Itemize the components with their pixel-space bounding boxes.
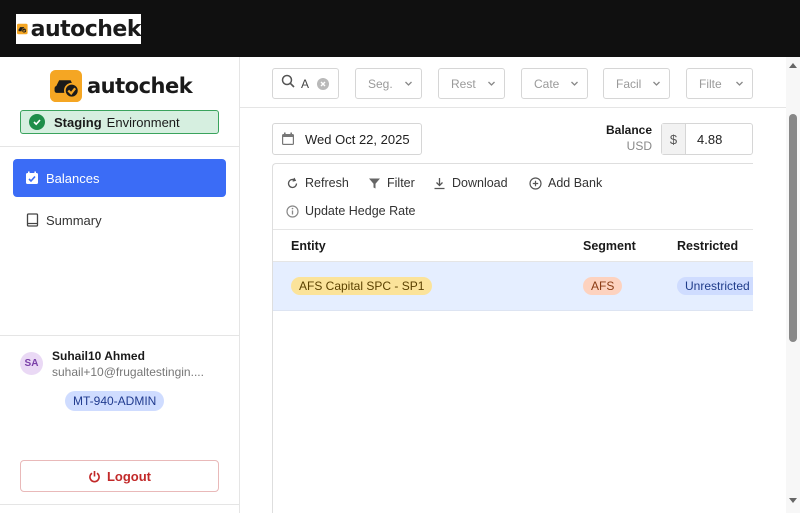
balance-label: Balance [606,123,653,137]
currency-prefix: $ [662,124,686,154]
column-header-segment[interactable]: Segment [583,239,636,253]
chevron-down-icon [571,81,578,86]
brand-name: autochek [87,74,193,98]
search-value: A [301,76,310,91]
restricted-filter-dropdown[interactable]: Rest [438,68,505,99]
page-scrollbar[interactable] [786,57,800,513]
download-icon [433,177,446,190]
chevron-down-icon [736,81,743,86]
divider [0,146,239,147]
search-input[interactable]: A [272,68,339,99]
search-icon [281,74,295,93]
plus-circle-icon [529,176,542,190]
environment-label: Environment [106,114,180,130]
main-content: A Seg. Rest Cate Facil Filte Wed Oct 22,… [240,57,800,513]
download-label: Download [452,176,508,190]
avatar[interactable]: SA [20,352,43,375]
refresh-label: Refresh [305,176,349,190]
dropdown-placeholder: Rest [451,76,476,91]
refresh-button[interactable]: Refresh [286,176,349,190]
filter-icon [368,177,381,190]
sidebar-item-balances[interactable]: Balances [13,159,226,197]
user-email: suhail+10@frugaltestingin.... [52,365,204,379]
refresh-icon [286,177,299,190]
sidebar-logo[interactable]: autochek [50,70,193,102]
add-bank-button[interactable]: Add Bank [529,176,602,190]
user-name: Suhail10 Ahmed [52,349,145,363]
filter-button[interactable]: Filter [368,176,415,190]
sidebar-item-label: Summary [46,212,102,228]
facility-filter-dropdown[interactable]: Facil [603,68,670,99]
column-header-entity[interactable]: Entity [291,239,326,253]
segment-badge: AFS [583,277,623,295]
power-icon [88,470,101,483]
logout-label: Logout [106,468,152,484]
calendar-check-icon [24,170,40,186]
sidebar-item-summary[interactable]: Summary [13,201,226,239]
chevron-down-icon [653,81,660,86]
filter-label: Filter [387,176,415,190]
scroll-down-arrow-icon[interactable] [789,498,797,504]
divider [0,335,239,336]
chevron-down-icon [405,81,412,86]
chevron-down-icon [488,81,495,86]
environment-name: Staging [54,114,102,130]
balance-field[interactable]: $ 4.88 [661,123,753,155]
brand-logo[interactable]: autochek [16,14,142,44]
top-bar: autochek [0,0,800,57]
role-badge: MT-940-ADMIN [65,391,165,411]
sidebar-item-label: Balances [46,170,100,186]
info-circle-icon [286,204,299,218]
column-header-restricted[interactable]: Restricted [677,239,738,253]
date-picker[interactable]: Wed Oct 22, 2025 [272,123,422,155]
scroll-up-arrow-icon[interactable] [789,62,797,68]
filter-bar: A Seg. Rest Cate Facil Filte [240,57,786,108]
car-logo-icon [17,23,28,35]
check-circle-icon [29,114,45,130]
add-bank-label: Add Bank [548,176,603,190]
environment-badge: Staging Environment [20,110,219,134]
category-filter-dropdown[interactable]: Cate [521,68,588,99]
scrollbar-thumb[interactable] [789,114,797,342]
logout-button[interactable]: Logout [20,460,219,492]
clear-icon[interactable] [317,77,329,90]
date-value: Wed Oct 22, 2025 [305,131,410,147]
dropdown-placeholder: Seg. [368,76,393,91]
sidebar: autochek Staging Environment Balances Su [0,57,240,513]
table-header: Entity Segment Restricted [273,229,753,262]
more-filter-dropdown[interactable]: Filte [686,68,753,99]
calendar-icon [281,132,295,146]
divider [0,504,239,505]
balance-value: 4.88 [697,131,723,147]
dropdown-placeholder: Filte [699,76,722,91]
entity-badge: AFS Capital SPC - SP1 [291,277,433,295]
download-button[interactable]: Download [433,176,508,190]
table-row[interactable]: AFS Capital SPC - SP1 AFS Unrestricted [273,262,753,311]
dropdown-placeholder: Cate [534,76,560,91]
dropdown-placeholder: Facil [616,76,642,91]
balance-currency: USD [626,139,652,153]
update-hedge-label: Update Hedge Rate [305,204,416,218]
balances-table-card: Refresh Filter Download Add Bank Update … [272,163,753,513]
car-logo-icon [50,70,82,102]
segment-filter-dropdown[interactable]: Seg. [355,68,422,99]
restricted-badge: Unrestricted [677,277,753,295]
update-hedge-rate-button[interactable]: Update Hedge Rate [286,204,416,218]
brand-name: autochek [30,16,142,42]
book-icon [24,212,40,228]
